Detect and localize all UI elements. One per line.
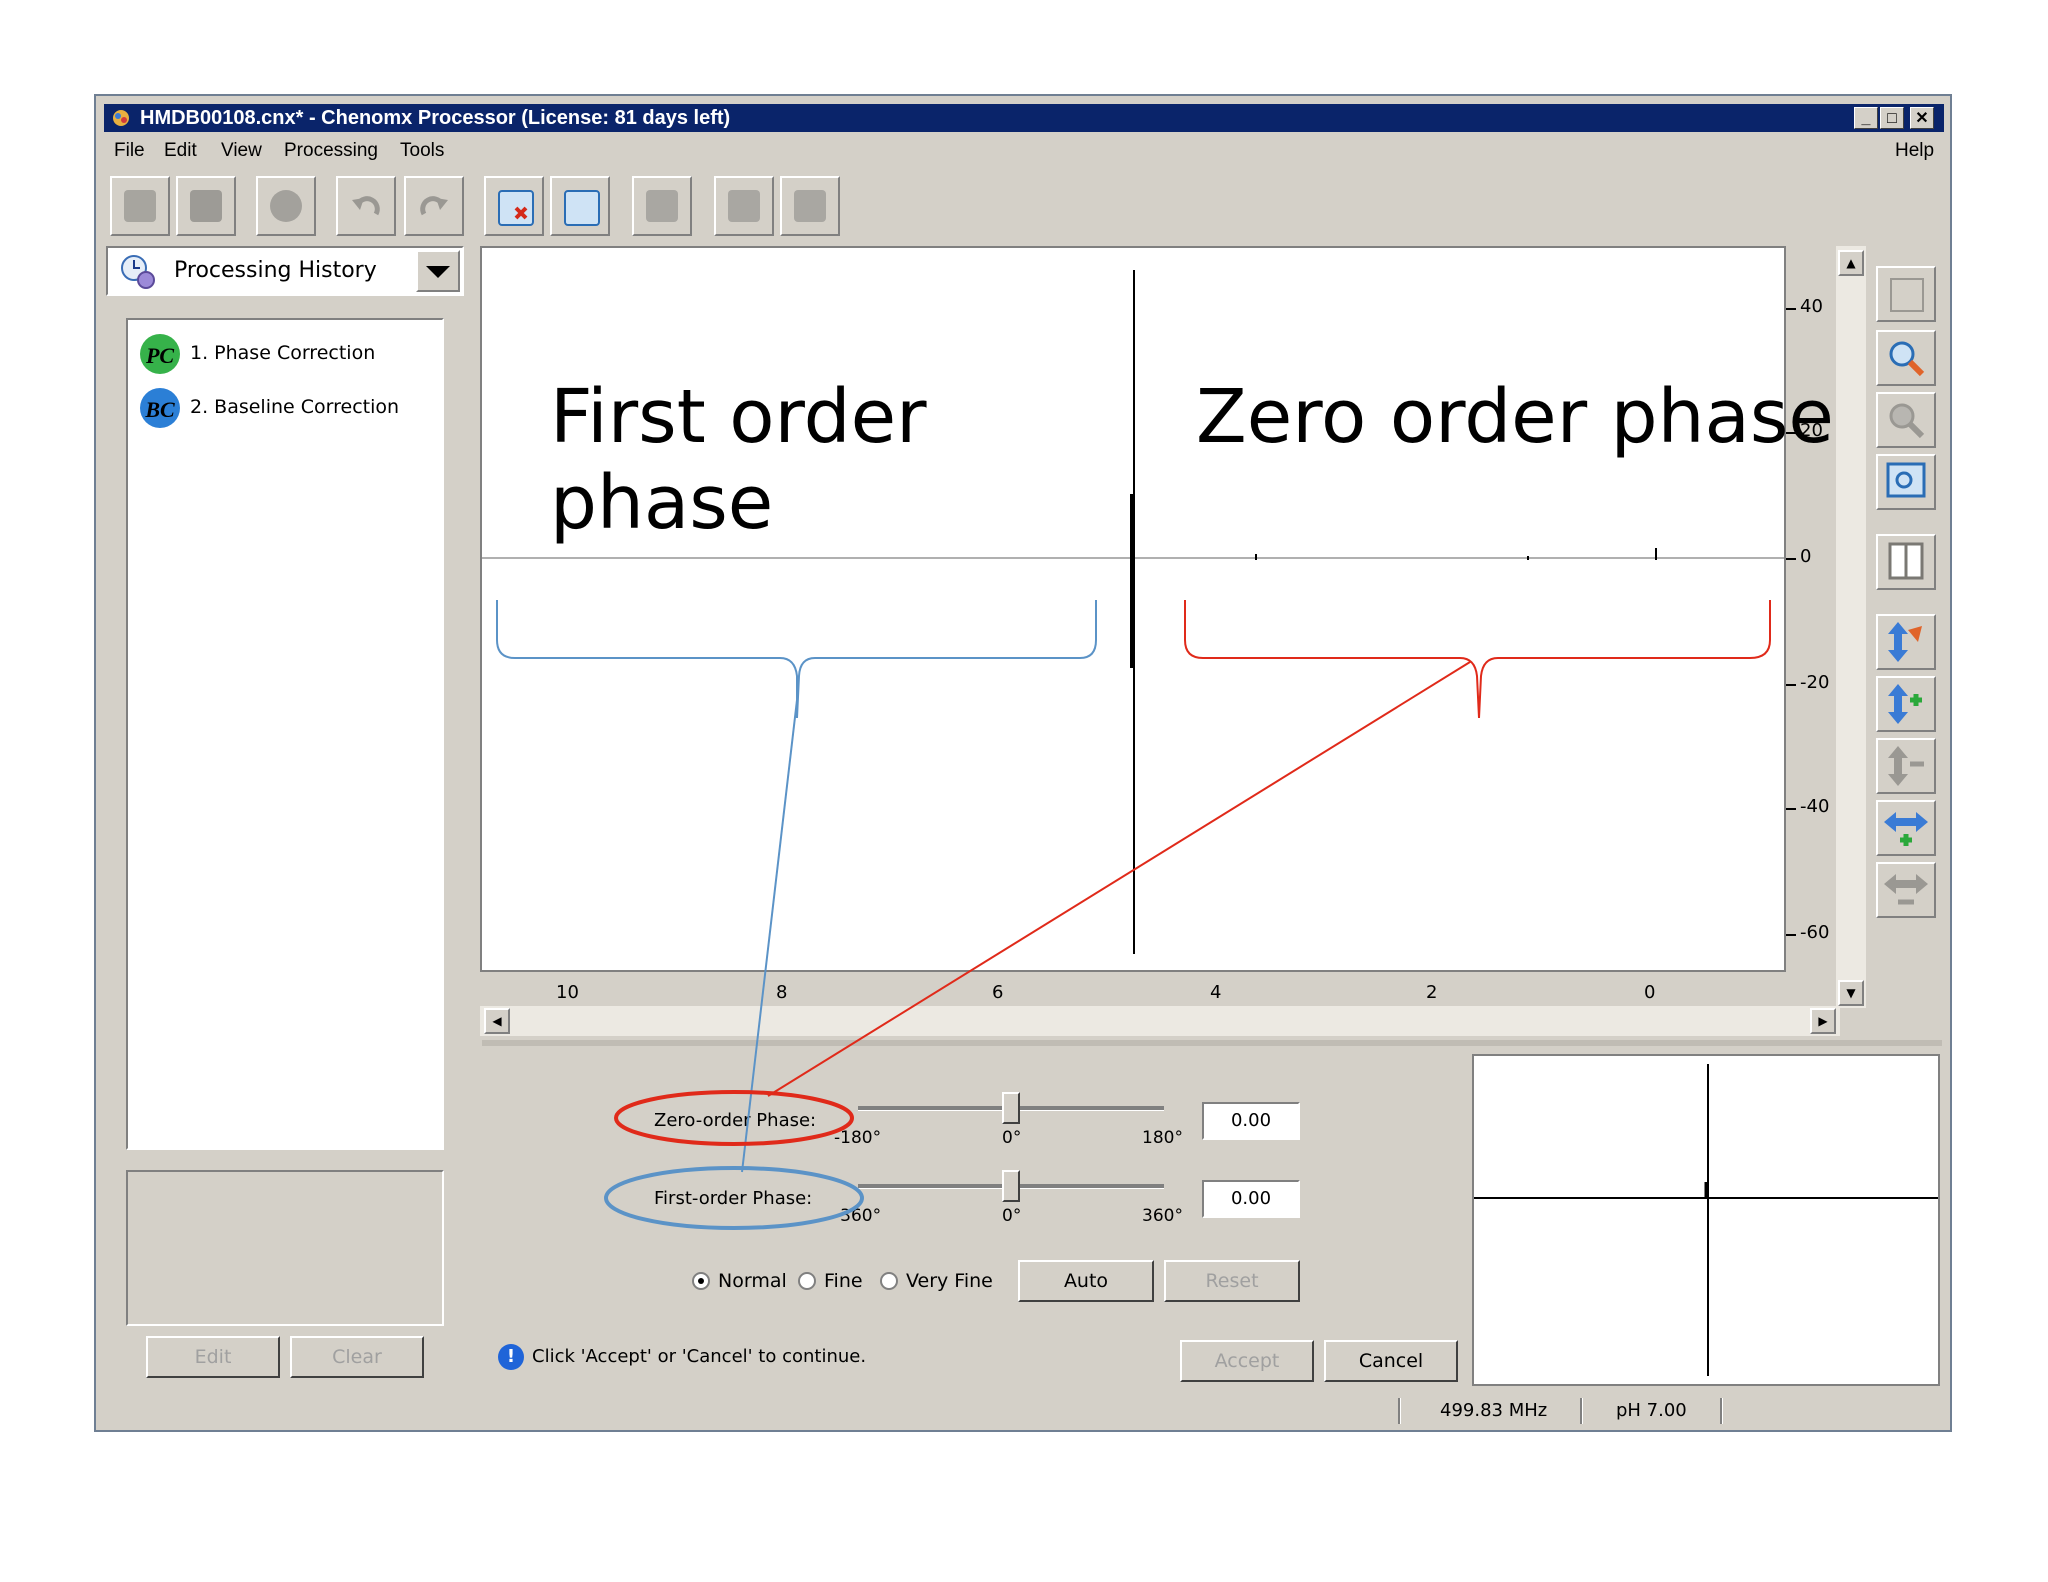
first-order-connector [741,699,798,1173]
zero-order-brace [1184,600,1771,719]
zero-order-highlight [614,1090,854,1146]
first-order-phase-annotation: First order phase [550,374,927,546]
annotation-line: phase [550,460,774,546]
zero-order-connector [767,661,1471,1097]
annotation-line: First order [550,374,927,460]
annotation-overlay [496,600,1771,1230]
zero-order-phase-annotation: Zero order phase [1196,374,1834,460]
first-order-highlight [604,1166,864,1230]
